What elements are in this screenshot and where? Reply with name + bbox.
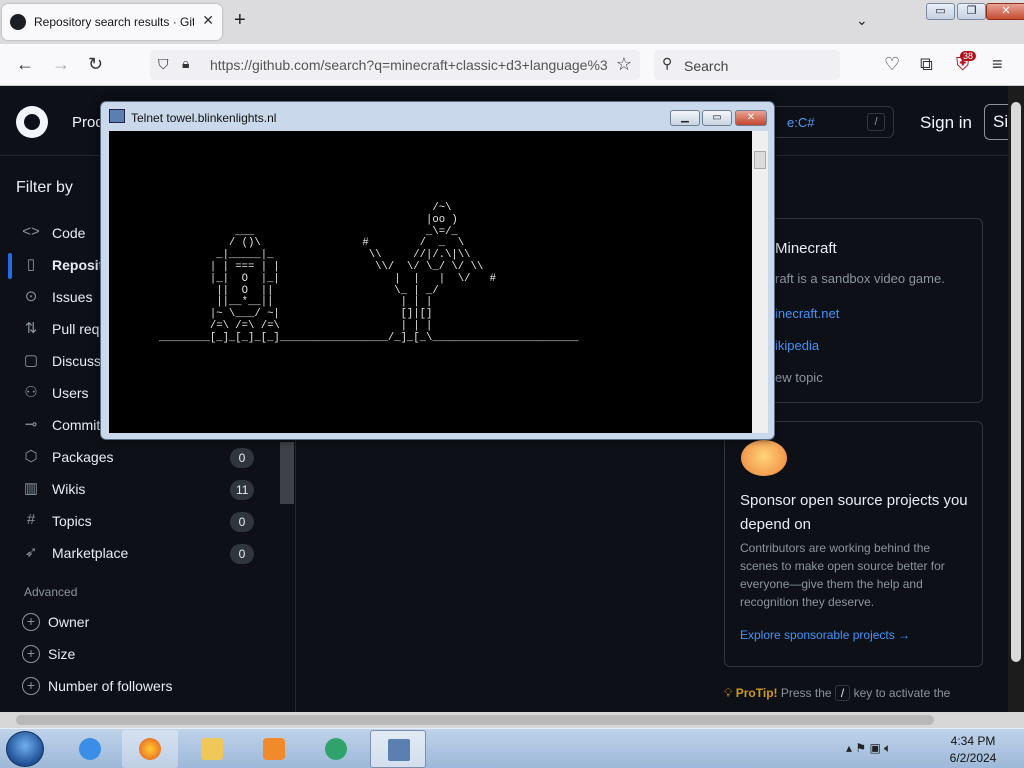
discussion-icon: ▢ <box>23 352 39 369</box>
arrow-right-icon: → <box>898 628 911 642</box>
browser-tab-strip: Repository search results · GitHub ✕ + ⌄… <box>0 0 1024 44</box>
scrollbar-thumb[interactable] <box>1011 102 1021 662</box>
close-window-button[interactable]: ✕ <box>986 3 1024 20</box>
search-icon: ⚲ <box>662 55 673 71</box>
issue-icon: ⊙ <box>24 288 38 305</box>
page-horizontal-scrollbar[interactable] <box>0 712 1024 728</box>
scrollbar-thumb[interactable] <box>16 715 934 725</box>
repo-icon: ▯ <box>26 256 36 273</box>
close-tab-icon[interactable]: ✕ <box>202 12 214 29</box>
sidebar-scrollbar[interactable] <box>280 442 294 504</box>
star-wars-ascii-art: /~\ |oo ) ___ _\=/_ / ()\ # / _ \ _|____… <box>159 202 579 344</box>
bookmark-star-icon[interactable]: ☆ <box>616 54 632 75</box>
hash-icon: # <box>26 511 36 528</box>
tab-title: Repository search results · GitHub <box>34 15 194 29</box>
lock-icon[interactable]: 🔒︎ <box>182 55 189 72</box>
restore-window-button[interactable]: ❐ <box>957 3 986 20</box>
sign-in-link[interactable]: Sign in <box>920 113 972 133</box>
filter-wikis[interactable]: ▥ Wikis 11 <box>0 475 280 505</box>
protip-key: / <box>834 685 851 701</box>
search-shortcut-key: / <box>867 113 885 131</box>
page-vertical-scrollbar[interactable] <box>1008 86 1024 712</box>
pull-request-icon: ⇅ <box>24 320 38 337</box>
sponsor-title: Sponsor open source projects you depend … <box>740 492 968 533</box>
lightbulb-icon: 💡︎ <box>724 686 733 700</box>
topic-wikipedia-link[interactable]: ikipedia <box>775 338 819 353</box>
address-bar[interactable]: ⛉ 🔒︎ https://github.com/search?q=minecra… <box>150 50 640 80</box>
telnet-scrollbar[interactable] <box>752 131 768 433</box>
clock-date: 6/2/2024 <box>949 751 997 765</box>
advanced-owner[interactable]: + Owner <box>0 610 280 638</box>
plus-circle-icon: + <box>22 613 40 631</box>
internet-explorer-taskbar-icon[interactable] <box>62 730 118 768</box>
sponsor-text: Contributors are working behind the scen… <box>740 541 945 609</box>
plus-circle-icon: + <box>22 645 40 663</box>
sponsor-card: Sponsor open source projects you depend … <box>724 421 983 667</box>
protip: 💡︎ ProTip! Press the / key to activate t… <box>724 685 951 701</box>
forward-button[interactable]: → <box>52 54 70 74</box>
filter-title: Filter by <box>16 179 73 196</box>
explore-sponsorable-link[interactable]: Explore sponsorable projects → <box>740 628 910 642</box>
file-explorer-taskbar-icon[interactable] <box>184 730 240 768</box>
clock-time: 4:34 PM <box>950 734 996 748</box>
rocket-icon: ➶ <box>24 544 38 561</box>
advanced-title: Advanced <box>24 585 78 599</box>
url-text[interactable]: https://github.com/search?q=minecraft+cl… <box>210 57 608 73</box>
github-favicon-icon <box>10 14 26 30</box>
topic-website-link[interactable]: inecraft.net <box>775 306 839 321</box>
telnet-console[interactable]: /~\ |oo ) ___ _\=/_ / ()\ # / _ \ _|____… <box>109 131 752 433</box>
browser-tab-active[interactable]: Repository search results · GitHub ✕ <box>2 4 222 40</box>
system-tray-icons[interactable]: ▴ ⚑ ▣ 🔈︎ <box>846 741 891 756</box>
count-badge: 11 <box>230 480 255 500</box>
pocket-icon[interactable]: ♡ <box>884 54 900 74</box>
scrollbar-thumb[interactable] <box>754 151 766 169</box>
search-placeholder: Search <box>684 58 729 74</box>
topic-description: raft is a sandbox video game. <box>775 271 945 286</box>
telnet-app-icon[interactable] <box>109 109 125 123</box>
filter-marketplace[interactable]: ➶ Marketplace 0 <box>0 539 280 569</box>
code-icon: <> <box>22 223 40 240</box>
filter-packages[interactable]: ⬡ Packages 0 <box>0 443 280 473</box>
reload-button[interactable]: ↻ <box>88 54 103 74</box>
chat-app-taskbar-icon[interactable] <box>308 730 364 768</box>
telnet-window-title: Telnet towel.blinkenlights.nl <box>131 111 277 125</box>
extension-badge-count: 38 <box>960 51 977 61</box>
plus-circle-icon: + <box>22 677 40 695</box>
telnet-minimize-button[interactable]: ▁ <box>670 110 700 126</box>
new-tab-button[interactable]: + <box>234 10 246 30</box>
count-badge: 0 <box>230 512 254 532</box>
count-badge: 0 <box>230 448 254 468</box>
telnet-maximize-button[interactable]: ▭ <box>702 110 732 126</box>
windows-taskbar: ▴ ⚑ ▣ 🔈︎ 4:34 PM 6/2/2024 <box>0 728 1024 768</box>
tracking-protection-icon[interactable]: ⛉ <box>158 56 169 73</box>
filter-topics[interactable]: # Topics 0 <box>0 507 280 537</box>
media-player-taskbar-icon[interactable] <box>246 730 302 768</box>
browser-search-box[interactable]: ⚲ Search <box>654 50 840 80</box>
telnet-close-button[interactable]: ✕ <box>735 110 767 126</box>
search-query-text: e:C# <box>787 115 815 130</box>
menu-hamburger-icon[interactable]: ≡ <box>992 54 1003 74</box>
topic-name[interactable]: Minecraft <box>775 240 837 257</box>
count-badge: 0 <box>230 544 254 564</box>
people-icon: ⚇ <box>24 384 38 401</box>
browser-navigation-bar: ← → ↻ ⛉ 🔒︎ https://github.com/search?q=m… <box>0 44 1024 86</box>
github-search-input[interactable]: e:C# / <box>764 106 894 138</box>
telnet-window[interactable]: Telnet towel.blinkenlights.nl ▁ ▭ ✕ /~\ … <box>100 101 775 440</box>
start-button[interactable] <box>6 731 44 767</box>
advanced-size[interactable]: + Size <box>0 642 280 670</box>
package-icon: ⬡ <box>24 448 38 465</box>
advanced-followers[interactable]: + Number of followers <box>0 674 280 702</box>
view-topic-link[interactable]: ew topic <box>775 370 823 385</box>
back-button[interactable]: ← <box>16 54 34 74</box>
heart-face-emoji-icon <box>741 440 787 476</box>
clock[interactable]: 4:34 PM 6/2/2024 <box>940 733 1006 767</box>
list-all-tabs-button[interactable]: ⌄ <box>856 12 868 29</box>
telnet-taskbar-icon[interactable] <box>370 730 426 768</box>
extensions-icon[interactable]: ⧉ <box>920 54 933 74</box>
firefox-taskbar-icon[interactable] <box>122 730 178 768</box>
book-icon: ▥ <box>23 480 39 497</box>
commit-icon: ⊸ <box>24 416 38 433</box>
minimize-window-button[interactable]: ▭ <box>926 3 955 20</box>
github-logo-icon[interactable] <box>16 106 48 138</box>
